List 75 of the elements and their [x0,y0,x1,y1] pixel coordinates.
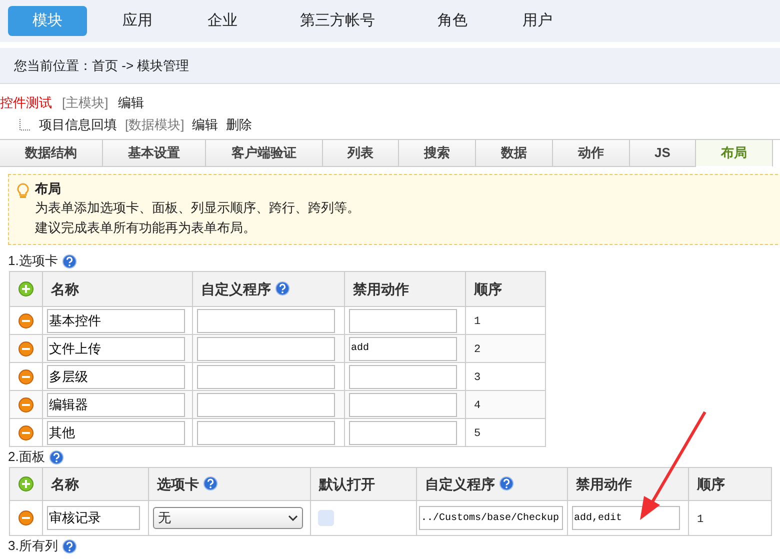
delete-link[interactable]: 删除 [226,115,252,135]
program-field[interactable] [197,392,335,416]
order-cell: 5 [474,428,481,440]
name-field[interactable]: 基本控件 [47,308,185,332]
tab[interactable]: 数据 [476,140,553,167]
column-header: 自定义程序 [425,476,495,492]
help-icon[interactable] [275,280,290,296]
help-icon[interactable] [203,476,218,490]
column-header: 自定义程序 [201,280,271,296]
tab[interactable]: JS [630,140,696,167]
remove-icon[interactable] [18,396,34,412]
remove-icon[interactable] [18,510,34,526]
nav-tab[interactable]: 角色 [410,6,495,36]
program-field[interactable] [197,308,335,332]
module-name[interactable]: 项目信息回填 [39,115,117,135]
help-icon[interactable] [48,450,64,464]
order-cell: 4 [474,400,481,412]
name-field[interactable]: 多层级 [47,364,185,388]
edit-link[interactable]: 编辑 [192,115,218,135]
chevron-down-icon [288,515,298,521]
order-cell: 2 [474,344,481,356]
tab[interactable]: 客户端验证 [206,140,323,167]
module-tag: [主模块] [62,93,108,113]
program-field[interactable]: ../Customs/base/Checkup [419,506,563,530]
tip-title: 布局 [35,180,62,198]
column-header: 顺序 [697,476,725,492]
name-field[interactable]: 编辑器 [47,392,185,416]
breadcrumb: 您当前位置：首页 -> 模块管理 [14,56,190,75]
module-name[interactable]: 控件测试 [0,93,52,113]
tab[interactable]: 列表 [323,140,399,167]
tab-select[interactable]: 无 [153,507,303,529]
nav-tab[interactable]: 用户 [495,6,580,36]
tab[interactable]: 基本设置 [103,140,206,167]
section-title: 3.所有列 [8,537,58,556]
checkbox[interactable] [318,510,334,526]
tip-text: 建议完成表单所有功能再为表单布局。 [35,219,257,237]
section-title: 1.选项卡 [8,252,58,270]
name-field[interactable]: 文件上传 [47,336,185,360]
order-cell: 1 [474,316,481,328]
column-header: 名称 [51,476,79,492]
tab[interactable]: 搜索 [399,140,476,167]
help-icon[interactable] [62,254,77,268]
help-icon[interactable] [62,538,77,554]
tip-text: 为表单添加选项卡、面板、列显示顺序、跨行、跨列等。 [35,199,361,217]
order-cell: 1 [697,514,704,526]
edit-link[interactable]: 编辑 [118,93,144,113]
name-field[interactable]: 审核记录 [47,506,140,530]
section-title: 2.面板 [8,448,45,466]
column-header: 禁用动作 [353,280,409,296]
order-cell: 3 [474,372,481,384]
remove-icon[interactable] [18,368,34,384]
program-field[interactable] [197,364,335,388]
column-header: 顺序 [474,280,502,296]
lightbulb-icon [17,183,29,199]
program-field[interactable] [197,420,335,444]
module-tag: [数据模块] [125,115,184,135]
remove-icon[interactable] [18,340,34,356]
nav-tab[interactable]: 应用 [95,6,180,36]
column-header: 选项卡 [157,476,199,492]
tab[interactable]: 数据结构 [0,140,103,167]
program-field[interactable] [197,336,335,360]
name-field[interactable]: 其他 [47,420,185,444]
nav-tab[interactable]: 第三方帐号 [265,6,410,36]
tab[interactable]: 布局 [696,140,773,167]
remove-icon[interactable] [18,424,34,440]
column-header: 名称 [51,280,79,296]
nav-tab[interactable]: 企业 [180,6,265,36]
tab[interactable]: 动作 [553,140,630,167]
add-icon[interactable] [18,281,34,297]
tree-line-icon [19,119,31,131]
add-icon[interactable] [18,476,34,492]
column-header: 默认打开 [319,476,375,492]
remove-icon[interactable] [18,312,34,328]
column-header: 禁用动作 [576,476,632,492]
help-icon[interactable] [499,476,514,490]
